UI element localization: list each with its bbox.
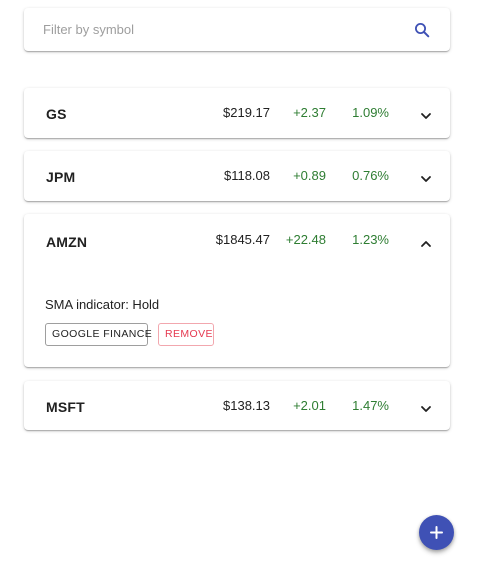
remove-button[interactable]: REMOVE: [158, 323, 214, 346]
sma-indicator-label: SMA indicator: Hold: [45, 297, 160, 312]
stock-percent-change: 1.47%: [352, 398, 389, 413]
search-input[interactable]: [43, 8, 383, 51]
stock-symbol: JPM: [46, 169, 76, 185]
stock-price: $1845.47: [215, 232, 270, 247]
stock-price: $118.08: [223, 168, 270, 183]
stock-row-header[interactable]: GS $219.17 +2.37 1.09%: [24, 88, 450, 138]
stock-change: +2.01: [293, 398, 326, 413]
stock-change: +0.89: [293, 168, 326, 183]
stock-price: $219.17: [223, 105, 270, 120]
stock-symbol: MSFT: [46, 399, 85, 415]
add-stock-button[interactable]: [419, 515, 454, 550]
stock-row-header[interactable]: MSFT $138.13 +2.01 1.47%: [24, 381, 450, 431]
stock-change: +22.48: [285, 232, 326, 247]
plus-icon: [430, 526, 443, 539]
search-icon[interactable]: [414, 22, 430, 38]
stock-card-jpm: JPM $118.08 +0.89 0.76%: [24, 151, 450, 201]
chevron-up-icon[interactable]: [420, 236, 432, 247]
chevron-down-icon[interactable]: [420, 401, 432, 412]
stock-change: +2.37: [293, 105, 326, 120]
stock-percent-change: 0.76%: [352, 168, 389, 183]
stock-card-msft: MSFT $138.13 +2.01 1.47%: [24, 381, 450, 430]
stock-price: $138.13: [223, 398, 270, 413]
stock-symbol: AMZN: [46, 234, 88, 250]
chevron-down-icon[interactable]: [420, 108, 432, 119]
search-card: [24, 8, 450, 51]
stock-symbol: GS: [46, 106, 67, 122]
stock-row-header[interactable]: JPM $118.08 +0.89 0.76%: [24, 151, 450, 201]
stock-percent-change: 1.23%: [352, 232, 389, 247]
chevron-down-icon[interactable]: [420, 171, 432, 182]
stock-card-amzn: AMZN $1845.47 +22.48 1.23% SMA indicator…: [24, 214, 450, 367]
stock-percent-change: 1.09%: [352, 105, 389, 120]
stock-card-gs: GS $219.17 +2.37 1.09%: [24, 88, 450, 138]
stock-row-header[interactable]: AMZN $1845.47 +22.48 1.23%: [24, 214, 450, 264]
google-finance-button[interactable]: GOOGLE FINANCE: [45, 323, 152, 346]
